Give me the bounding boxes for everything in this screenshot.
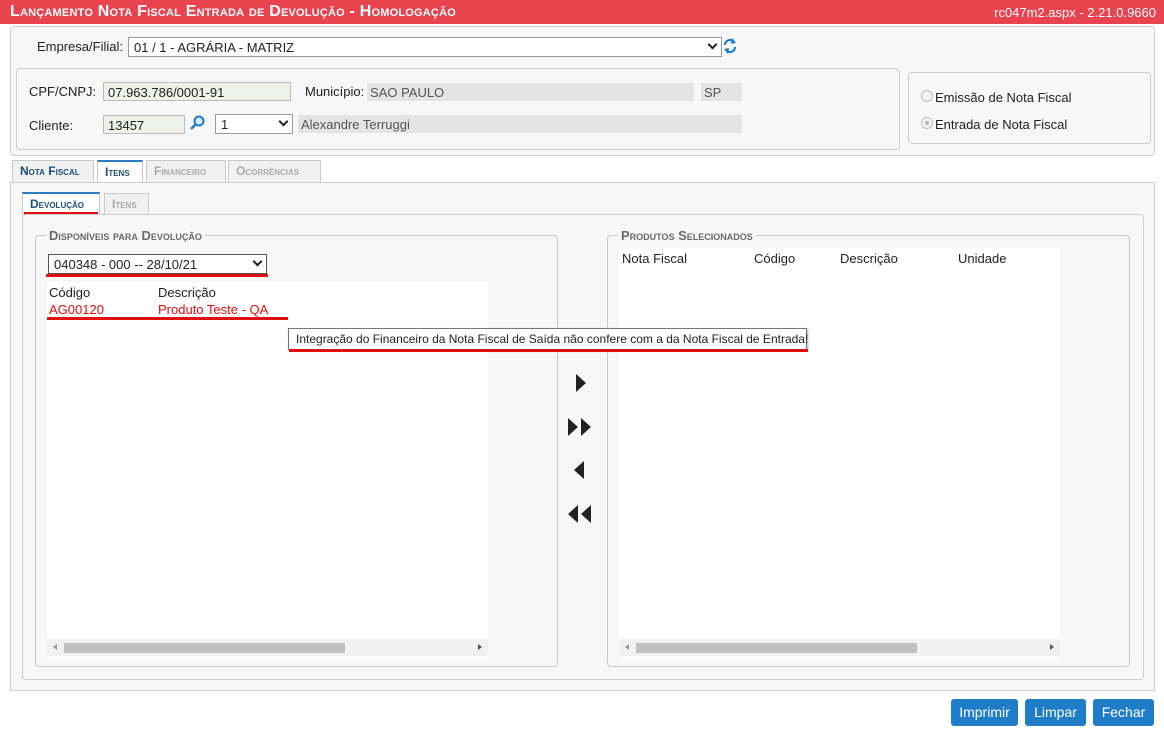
tipo-box: Emissão de Nota Fiscal Entrada de Nota F… — [908, 72, 1151, 144]
chevron-down-icon — [707, 39, 718, 50]
header-panel: Empresa/Filial: 01 / 1 - AGRÁRIA - MATRI… — [10, 26, 1155, 156]
subtab-devolucao[interactable]: Devolução — [22, 192, 100, 214]
emissao-radio[interactable] — [921, 90, 933, 102]
selecionados-legend: Produtos Selecionados — [618, 228, 756, 243]
tab-ocorrencias[interactable]: Ocorrências — [228, 160, 321, 182]
entrada-label: Entrada de Nota Fiscal — [935, 117, 1068, 132]
tab-financeiro[interactable]: Financeiro — [146, 160, 226, 182]
uf-field: SP — [701, 83, 742, 101]
col-nota-fiscal: Nota Fiscal — [622, 251, 688, 266]
close-button[interactable]: Fechar — [1093, 699, 1154, 726]
highlight-underline — [289, 349, 808, 352]
col-descricao: Descrição — [158, 285, 216, 300]
col-descricao: Descrição — [840, 251, 898, 266]
col-codigo: Código — [754, 251, 796, 266]
itens-panel: Devolução Itens Disponíveis para Devoluç… — [10, 182, 1155, 691]
col-codigo: Código — [49, 285, 91, 300]
move-left-icon[interactable] — [574, 461, 584, 479]
horizontal-scrollbar[interactable] — [619, 639, 1060, 656]
cliente-seq-value: 1 — [221, 117, 229, 132]
subtab-itens[interactable]: Itens — [104, 193, 149, 215]
cliente-box: CPF/CNPJ: 07.963.786/0001-91 Município: … — [16, 68, 900, 150]
nota-select-value: 040348 - 000 -- 28/10/21 — [54, 257, 198, 272]
municipio-label: Município: — [305, 84, 365, 99]
cpf-label: CPF/CNPJ: — [29, 84, 97, 99]
nota-select[interactable]: 040348 - 000 -- 28/10/21 — [48, 254, 267, 274]
move-right-icon[interactable] — [576, 374, 586, 392]
cliente-name-field: Alexandre Terruggi — [298, 115, 742, 133]
tab-itens[interactable]: Itens — [97, 160, 143, 182]
scroll-thumb[interactable] — [636, 643, 917, 653]
scroll-left-icon[interactable] — [625, 644, 629, 650]
cliente-seq-select[interactable]: 1 — [215, 114, 293, 134]
print-button[interactable]: Imprimir — [951, 699, 1018, 726]
row-codigo: AG00120 — [49, 302, 104, 317]
scroll-left-icon[interactable] — [53, 644, 57, 650]
scroll-right-icon[interactable] — [478, 644, 482, 650]
row-descricao: Produto Teste - QA — [158, 302, 269, 317]
title-bar: Lançamento Nota Fiscal Entrada de Devolu… — [0, 0, 1164, 24]
cpf-field[interactable]: 07.963.786/0001-91 — [103, 82, 291, 101]
highlight-underline — [47, 317, 288, 320]
chevron-down-icon — [252, 256, 263, 267]
disponiveis-legend: Disponíveis para Devolução — [46, 228, 205, 243]
refresh-icon[interactable] — [723, 37, 737, 55]
horizontal-scrollbar[interactable] — [47, 639, 488, 656]
col-unidade: Unidade — [958, 251, 1007, 266]
entrada-radio[interactable] — [921, 117, 933, 129]
clear-button[interactable]: Limpar — [1025, 699, 1086, 726]
empresa-select[interactable]: 01 / 1 - AGRÁRIA - MATRIZ — [128, 37, 722, 57]
tab-nota-fiscal[interactable]: Nota Fiscal — [12, 160, 94, 182]
chevron-down-icon — [278, 116, 289, 127]
scroll-right-icon[interactable] — [1050, 644, 1054, 650]
emissao-label: Emissão de Nota Fiscal — [935, 90, 1072, 105]
cliente-code-field[interactable]: 13457 — [103, 115, 185, 134]
empresa-label: Empresa/Filial: — [37, 39, 123, 54]
scroll-thumb[interactable] — [64, 643, 345, 653]
selecionados-grid: Nota Fiscal Código Descrição Unidade — [619, 248, 1060, 658]
search-icon[interactable] — [189, 114, 207, 132]
error-tooltip: Integração do Financeiro da Nota Fiscal … — [288, 328, 808, 350]
municipio-field: SAO PAULO — [367, 83, 694, 101]
version-label: rc047m2.aspx - 2.21.0.9660 — [994, 5, 1156, 20]
empresa-select-value: 01 / 1 - AGRÁRIA - MATRIZ — [134, 40, 295, 55]
highlight-underline — [46, 274, 268, 277]
cliente-label: Cliente: — [29, 118, 74, 133]
page-title: Lançamento Nota Fiscal Entrada de Devolu… — [10, 3, 456, 20]
